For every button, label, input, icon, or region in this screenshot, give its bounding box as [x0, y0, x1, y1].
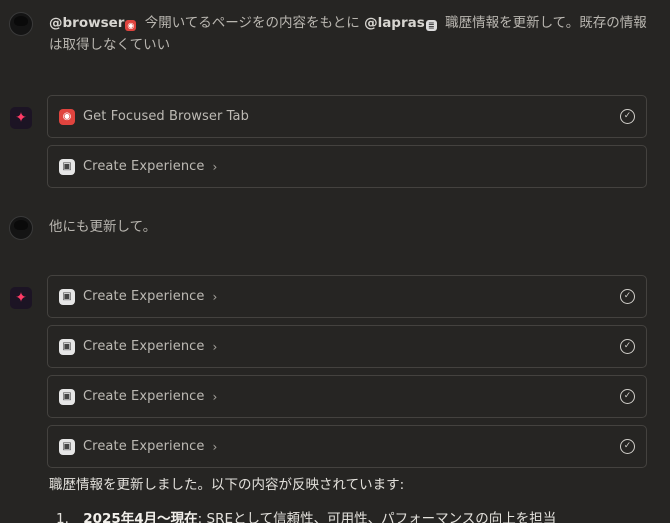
- browser-icon: ◉: [59, 108, 75, 125]
- tool-card-label: Create Experience: [83, 159, 205, 174]
- list-item-heading: 2025年4月〜現在: [83, 511, 198, 523]
- experience-icon: ▣: [59, 158, 75, 175]
- assistant-sparkle-icon: ✦: [10, 107, 32, 129]
- tool-card-label: Create Experience: [83, 389, 205, 404]
- tool-card-label: Create Experience: [83, 289, 205, 304]
- list-item-text: : SREとして信頼性、可用性、パフォーマンスの向上を担当: [197, 511, 557, 523]
- tool-card-label: Create Experience: [83, 339, 205, 354]
- assistant-sparkle-icon: ✦: [10, 287, 32, 309]
- chat-view: @browser ◉ 今開いてるページをの内容をもとに @lapras ≣ 職歴情報…: [0, 0, 670, 523]
- chevron-right-icon: ›: [212, 439, 218, 454]
- experience-icon: ▣: [59, 438, 75, 455]
- assistant-summary-text: 職歴情報を更新しました。以下の内容が反映されています:: [49, 477, 405, 493]
- user-message: @browser ◉ 今開いてるページをの内容をもとに @lapras ≣ 職歴情報…: [49, 12, 649, 56]
- check-circle-icon: ✓: [620, 439, 635, 454]
- experience-icon: ▣: [59, 388, 75, 405]
- check-circle-icon: ✓: [620, 389, 635, 404]
- experience-icon: ▣: [59, 288, 75, 305]
- mention-lapras[interactable]: @lapras ≣: [364, 15, 441, 31]
- chevron-right-icon: ›: [212, 389, 218, 404]
- message-text: 今開いてるページをの内容をもとに: [140, 15, 365, 31]
- browser-icon: ◉: [125, 20, 137, 31]
- check-circle-icon: ✓: [620, 289, 635, 304]
- tool-card-create-experience[interactable]: ▣ Create Experience › ✓: [47, 425, 647, 468]
- lapras-icon: ≣: [425, 20, 437, 31]
- tool-card-create-experience[interactable]: ▣ Create Experience › ✓: [47, 375, 647, 418]
- tool-card-label: Create Experience: [83, 439, 205, 454]
- user-message: 他にも更新して。: [49, 219, 157, 235]
- user-avatar: [9, 216, 33, 240]
- check-circle-icon: ✓: [620, 339, 635, 354]
- chevron-right-icon: ›: [212, 159, 218, 174]
- chevron-right-icon: ›: [212, 339, 218, 354]
- tool-card-get-focused-browser-tab[interactable]: ◉ Get Focused Browser Tab ✓: [47, 95, 647, 138]
- user-avatar: [9, 12, 33, 36]
- check-circle-icon: ✓: [620, 109, 635, 124]
- mention-browser[interactable]: @browser ◉: [49, 15, 140, 31]
- chevron-right-icon: ›: [212, 289, 218, 304]
- tool-card-label: Get Focused Browser Tab: [83, 109, 249, 124]
- tool-card-create-experience[interactable]: ▣ Create Experience › ✓: [47, 325, 647, 368]
- list-number: 1.: [56, 511, 69, 523]
- tool-card-create-experience[interactable]: ▣ Create Experience ›: [47, 145, 647, 188]
- experience-icon: ▣: [59, 338, 75, 355]
- tool-card-create-experience[interactable]: ▣ Create Experience › ✓: [47, 275, 647, 318]
- list-item: 1. 2025年4月〜現在: SREとして信頼性、可用性、パフォーマンスの向上を…: [56, 508, 556, 523]
